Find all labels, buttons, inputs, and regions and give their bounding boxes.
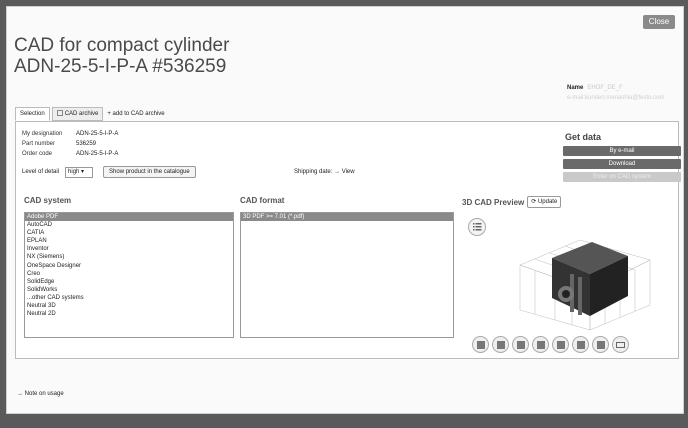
background-bar xyxy=(0,414,688,428)
by-email-button[interactable]: By e-mail xyxy=(563,146,681,156)
close-button[interactable]: Close xyxy=(643,15,675,29)
hidden-line-icon[interactable] xyxy=(532,336,549,353)
show-in-catalogue-button[interactable]: Show product in the catalogue xyxy=(103,166,196,178)
cad-system-item[interactable]: CATIA xyxy=(25,229,233,237)
front-view-icon[interactable] xyxy=(552,336,569,353)
cylinder-model-preview xyxy=(519,239,651,331)
cad-dialog: Close CAD for compact cylinder ADN-25-5-… xyxy=(6,6,684,414)
cad-system-item[interactable]: NX (Siemens) xyxy=(25,253,233,261)
tab-bar: Selection CAD archive + add to CAD archi… xyxy=(15,107,165,121)
iso-view-icon[interactable] xyxy=(472,336,489,353)
get-data-panel: Get data By e-mail Download Enter on CAD… xyxy=(563,132,681,185)
cad-columns: CAD system Adobe PDF AutoCAD CATIA EPLAN Inv… xyxy=(18,192,676,358)
preview-header: 3D CAD Preview ⟳ Update xyxy=(462,196,562,208)
order-code-value: ADN-25-5-I-P-A xyxy=(76,151,119,157)
add-to-archive-link[interactable]: + add to CAD archive xyxy=(107,111,164,117)
level-of-detail-select[interactable]: high ▾ xyxy=(65,166,94,178)
title-line-1: CAD for compact cylinder xyxy=(14,35,230,56)
enter-cad-system-button[interactable]: Enter on CAD system xyxy=(563,172,681,182)
level-of-detail-value: high xyxy=(68,168,80,175)
wireframe-icon[interactable] xyxy=(492,336,509,353)
screen-icon[interactable] xyxy=(612,336,629,353)
selection-panel: My designation ADN-25-5-I-P-A Part number… xyxy=(15,121,681,359)
menu-icon[interactable] xyxy=(468,218,486,236)
shipping-date-link[interactable]: Shipping date: → View xyxy=(294,169,355,175)
name-value: EHOF_DE_F xyxy=(587,85,623,91)
my-designation-value: ADN-25-5-I-P-A xyxy=(76,131,119,137)
shaded-icon[interactable] xyxy=(512,336,529,353)
page-title: CAD for compact cylinder ADN-25-5-I-P-A … xyxy=(14,35,229,77)
level-of-detail-row: Level of detail high ▾ Show product in t… xyxy=(22,166,196,178)
archive-checkbox-icon xyxy=(56,110,63,117)
update-label: Update xyxy=(537,199,558,205)
download-button[interactable]: Download xyxy=(563,159,681,169)
cad-system-item[interactable]: Neutral 3D xyxy=(25,302,233,310)
note-on-usage-link[interactable]: → Note on usage xyxy=(17,391,64,397)
user-info: Name EHOF_DE_F e-mail:kunden.menashia@fes… xyxy=(567,83,664,103)
refresh-icon: ⟳ xyxy=(531,199,537,205)
cad-system-item[interactable]: AutoCAD xyxy=(25,221,233,229)
my-designation-label: My designation xyxy=(22,131,63,137)
cad-system-item[interactable]: Adobe PDF xyxy=(25,213,233,222)
cad-system-item[interactable]: SolidWorks xyxy=(25,286,233,294)
part-number-value: 536259 xyxy=(76,141,97,147)
view-toolbar xyxy=(472,336,629,353)
cad-system-item[interactable]: ...other CAD systems xyxy=(25,294,233,302)
chevron-down-icon: ▾ xyxy=(81,168,85,175)
cad-system-item[interactable]: Neutral 2D xyxy=(25,310,233,318)
product-info: My designation ADN-25-5-I-P-A Part number… xyxy=(22,129,118,159)
top-view-icon[interactable] xyxy=(572,336,589,353)
update-button[interactable]: ⟳ Update xyxy=(527,196,562,208)
side-view-icon[interactable] xyxy=(592,336,609,353)
order-code-label: Order code xyxy=(22,151,53,157)
tab-cad-archive[interactable]: CAD archive xyxy=(51,107,104,121)
tab-cad-archive-label: CAD archive xyxy=(64,111,99,117)
cad-format-header: CAD format xyxy=(240,196,285,205)
cad-system-header: CAD system xyxy=(24,196,72,205)
cad-system-item[interactable]: OneSpace Designer xyxy=(25,262,233,270)
cad-system-item[interactable]: Inventor xyxy=(25,245,233,253)
cad-format-list[interactable]: 3D PDF >= 7.01 (*.pdf) xyxy=(240,212,454,338)
name-label: Name xyxy=(567,85,584,91)
level-of-detail-label: Level of detail xyxy=(22,169,60,175)
preview-title: 3D CAD Preview xyxy=(462,197,525,207)
cad-format-item[interactable]: 3D PDF >= 7.01 (*.pdf) xyxy=(241,213,453,222)
preview-viewport[interactable] xyxy=(462,212,676,358)
cad-system-list[interactable]: Adobe PDF AutoCAD CATIA EPLAN Inventor NX (Si… xyxy=(24,212,234,338)
cad-system-item[interactable]: SolidEdge xyxy=(25,278,233,286)
title-line-2: ADN-25-5-I-P-A #536259 xyxy=(14,56,227,77)
email-value: e-mail:kunden.menashia@festo.com xyxy=(567,95,665,101)
cad-system-item[interactable]: Creo xyxy=(25,270,233,278)
get-data-title: Get data xyxy=(565,132,602,142)
tab-selection[interactable]: Selection xyxy=(15,107,50,121)
cad-system-item[interactable]: EPLAN xyxy=(25,237,233,245)
part-number-label: Part number xyxy=(22,141,56,147)
